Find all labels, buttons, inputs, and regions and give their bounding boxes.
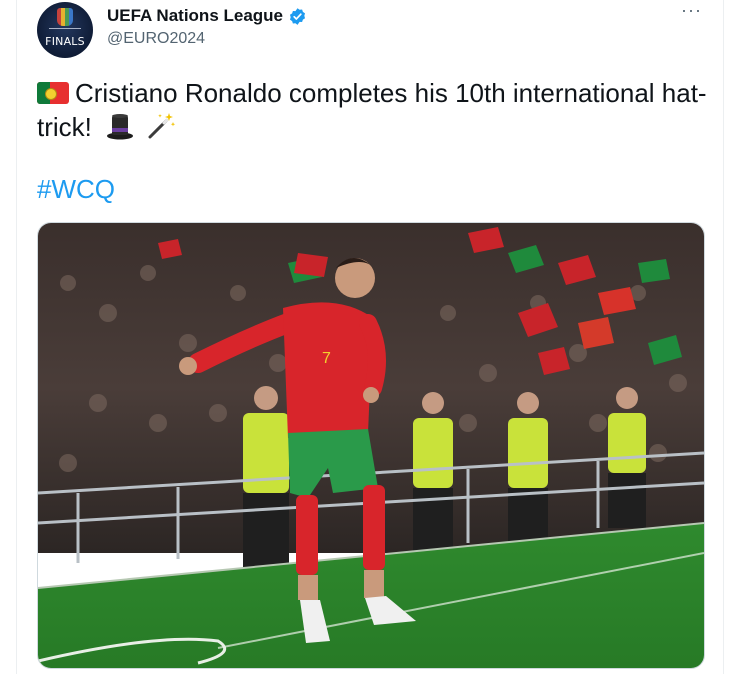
hashtag-link[interactable]: #WCQ [37,174,115,205]
trophy-icon [57,8,73,26]
user-handle[interactable]: @EURO2024 [107,30,205,48]
avatar[interactable]: FINALS [37,2,93,58]
verified-badge-icon [289,7,306,25]
avatar-divider [49,28,81,33]
jersey-number: 7 [322,350,331,367]
portugal-flag-icon [37,82,69,104]
photo-scene: 7 [38,223,704,668]
magic-wand-icon [148,113,176,139]
author-name-row[interactable]: UEFA Nations League [107,6,307,26]
top-hat-icon [107,114,134,140]
tweet-card: FINALS UEFA Nations League @EURO2024 ···… [16,0,724,674]
avatar-finals-text: FINALS [45,35,85,48]
tweet-body: Cristiano Ronaldo completes his 10th int… [37,78,707,142]
display-name[interactable]: UEFA Nations League [107,6,283,26]
tweet-media-photo[interactable]: 7 [37,222,705,669]
tweet-text: Cristiano Ronaldo completes his 10th int… [37,76,707,144]
more-options-icon[interactable]: ··· [681,0,702,21]
